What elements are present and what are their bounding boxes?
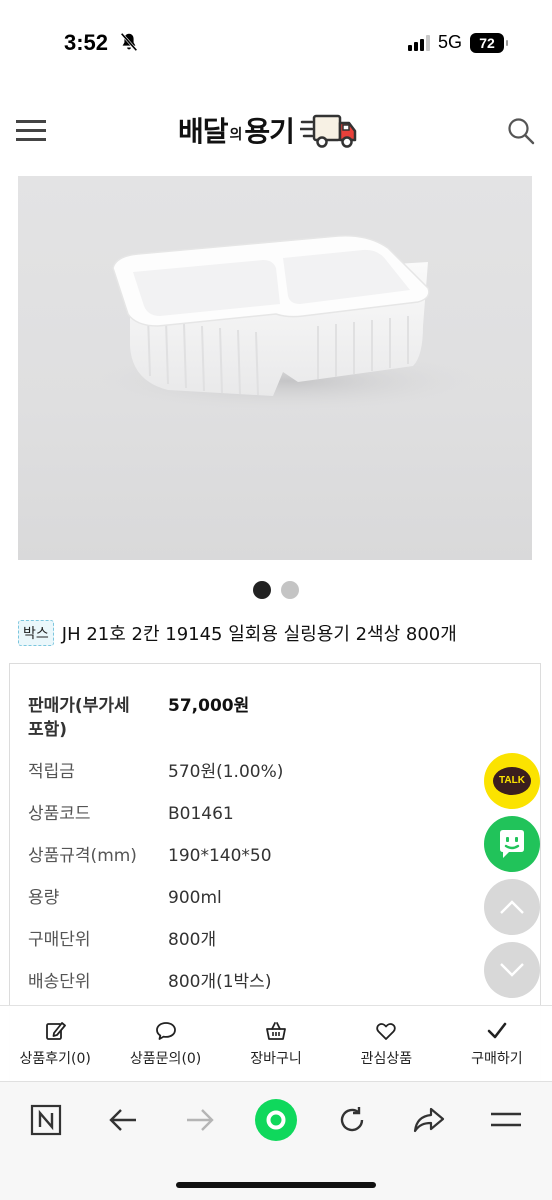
action-label: 구매하기 <box>471 1050 523 1067</box>
naver-button[interactable] <box>22 1096 70 1144</box>
naver-icon <box>30 1104 62 1136</box>
info-label: 상품코드 <box>28 804 91 824</box>
info-row-capacity: 용량 900ml <box>28 886 522 910</box>
chat-bubble-icon <box>155 1021 176 1040</box>
site-logo[interactable]: 배달 의 용기 <box>178 110 358 150</box>
logo-text-small: 의 <box>229 127 243 143</box>
refresh-icon <box>340 1107 364 1132</box>
chat-icon <box>500 830 524 858</box>
forward-arrow-icon <box>187 1109 214 1131</box>
info-row-price: 판매가(부가세 포함) 57,000원 <box>28 694 522 742</box>
price-label-line1: 판매가(부가세 <box>28 696 130 716</box>
basket-icon <box>266 1021 286 1040</box>
delivery-truck-icon <box>299 114 357 148</box>
info-row-purchase-unit: 구매단위 800개 <box>28 928 522 952</box>
status-bar: 3:52 5G 72 <box>0 0 552 88</box>
info-label: 적립금 <box>28 762 75 782</box>
wishlist-button[interactable]: 관심상품 <box>331 1006 441 1081</box>
info-row-code: 상품코드 B01461 <box>28 802 522 826</box>
edit-icon <box>46 1021 67 1040</box>
price-label-line2: 포함) <box>28 720 68 740</box>
carousel-dot-1[interactable] <box>253 581 271 599</box>
action-label: 장바구니 <box>250 1050 302 1067</box>
browser-menu-button[interactable] <box>482 1096 530 1144</box>
back-button[interactable] <box>99 1096 147 1144</box>
chevron-down-icon <box>500 963 524 977</box>
refresh-button[interactable] <box>328 1096 376 1144</box>
info-value: 570원(1.00%) <box>168 762 284 782</box>
battery-icon: 72 <box>470 32 508 53</box>
status-time: 3:52 <box>64 30 109 55</box>
kakao-talk-icon: TALK <box>493 767 531 795</box>
info-row-shipping-unit: 배송단위 800개(1박스) <box>28 970 522 994</box>
action-label: 관심상품 <box>360 1050 413 1067</box>
info-value: B01461 <box>168 804 234 824</box>
info-value: 800개 <box>168 930 217 950</box>
info-label: 배송단위 <box>28 972 91 992</box>
browser-toolbar <box>0 1081 552 1200</box>
heart-icon <box>376 1022 397 1040</box>
buy-button[interactable]: 구매하기 <box>442 1006 552 1081</box>
info-row-spec: 상품규격(mm) 190*140*50 <box>28 844 522 868</box>
carousel-dots <box>0 581 552 599</box>
inquiry-button[interactable]: 상품문의(0) <box>110 1006 220 1081</box>
scroll-down-button[interactable] <box>484 942 540 998</box>
network-label: 5G <box>437 32 462 52</box>
signal-icon <box>407 34 430 51</box>
cart-button[interactable]: 장바구니 <box>221 1006 331 1081</box>
home-button[interactable] <box>252 1096 300 1144</box>
info-value: 800개(1박스) <box>168 972 272 992</box>
share-icon <box>413 1107 445 1133</box>
info-label: 상품규격(mm) <box>28 846 137 866</box>
product-action-bar: 상품후기(0) 상품문의(0) 장바구니 관심상품 구매하기 <box>0 1005 552 1081</box>
info-label: 구매단위 <box>28 930 91 950</box>
info-value: 900ml <box>168 888 222 908</box>
review-button[interactable]: 상품후기(0) <box>0 1006 110 1081</box>
forward-button[interactable] <box>176 1096 224 1144</box>
info-value: 190*140*50 <box>168 846 272 866</box>
action-label: 상품후기(0) <box>19 1050 91 1067</box>
back-arrow-icon <box>109 1109 136 1131</box>
app-header: 배달 의 용기 <box>0 88 552 176</box>
info-label: 용량 <box>28 888 60 908</box>
carousel-dot-2[interactable] <box>281 581 299 599</box>
hamburger-menu-icon[interactable] <box>16 120 48 144</box>
home-indicator <box>176 1182 376 1188</box>
home-green-icon <box>255 1099 297 1141</box>
search-icon[interactable] <box>506 116 536 146</box>
share-button[interactable] <box>405 1096 453 1144</box>
kakao-talk-button[interactable]: TALK <box>484 753 540 809</box>
product-image[interactable] <box>18 176 532 560</box>
chat-button[interactable] <box>484 816 540 872</box>
info-value: 57,000원 <box>168 696 250 716</box>
logo-text-main: 배달 <box>178 115 229 148</box>
action-label: 상품문의(0) <box>129 1050 202 1067</box>
chevron-up-icon <box>500 900 524 914</box>
product-title: JH 21호 2칸 19145 일회용 실링용기 2색상 800개 <box>61 624 457 645</box>
logo-text-end: 용기 <box>244 115 295 148</box>
menu-icon <box>491 1112 521 1127</box>
info-row-points: 적립금 570원(1.00%) <box>28 760 522 784</box>
category-tag: 박스 <box>18 620 54 646</box>
check-icon <box>487 1022 507 1038</box>
product-title-row: 박스 JH 21호 2칸 19145 일회용 실링용기 2색상 800개 <box>18 620 534 646</box>
info-label: 판매가(부가세 포함) <box>28 694 168 742</box>
container-photo <box>98 235 478 411</box>
silent-bell-icon <box>120 32 138 52</box>
scroll-up-button[interactable] <box>484 879 540 935</box>
